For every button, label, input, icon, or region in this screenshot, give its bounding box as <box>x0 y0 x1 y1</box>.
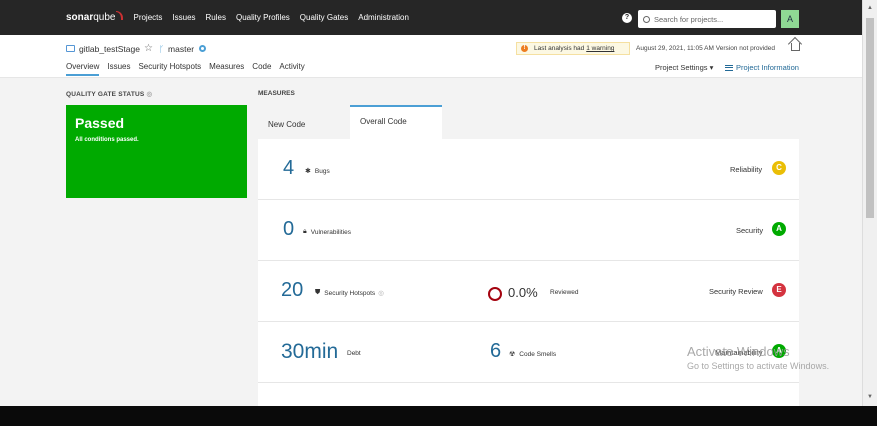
project-bar: gitlab_testStage ☆ ᚴ master Overview Iss… <box>0 35 862 78</box>
warning-text: Last analysis had <box>534 45 585 52</box>
shield-icon: ⛊ <box>315 289 321 296</box>
quality-gate-title-text: QUALITY GATE STATUS <box>66 91 145 98</box>
smell-icon: ☢ <box>509 351 516 358</box>
hotspots-card: 20 ⛊ Security Hotspots ◎ 0.0% Reviewed S… <box>258 261 799 322</box>
reliability-rating[interactable]: C <box>772 161 786 175</box>
logo-text-bold: sonar <box>66 12 94 23</box>
nav-projects[interactable]: Projects <box>133 13 162 22</box>
page-scrollbar[interactable]: ▲ ▼ <box>862 0 877 406</box>
tab-new-code[interactable]: New Code <box>258 110 350 139</box>
bug-icon: ✱ <box>305 168 311 175</box>
hotspots-label: Security Hotspots <box>324 289 376 297</box>
tab-measures[interactable]: Measures <box>209 62 244 76</box>
code-smells-count[interactable]: 6 <box>490 340 501 363</box>
analysis-info: August 29, 2021, 11:05 AM Version not pr… <box>636 45 776 52</box>
code-smells-label: Code Smells <box>519 350 557 358</box>
branch-icon: ᚴ <box>158 43 165 54</box>
list-icon <box>725 64 733 71</box>
reviewed-rating-circle-icon <box>488 287 502 301</box>
code-smells-label-wrap: ☢ Code Smells <box>509 350 557 359</box>
vulnerabilities-card: 0 🔒︎ Vulnerabilities Security A <box>258 200 799 261</box>
hotspots-info-icon[interactable]: ◎ <box>378 289 384 297</box>
quality-gate-status: Passed <box>75 115 125 131</box>
nav-quality-profiles[interactable]: Quality Profiles <box>236 13 290 22</box>
tab-issues[interactable]: Issues <box>107 62 130 76</box>
bugs-label-wrap: ✱ Bugs <box>305 167 330 176</box>
coverage-card-partial <box>258 383 799 406</box>
windows-activation-subtitle: Go to Settings to activate Windows. <box>687 361 830 371</box>
security-review-label: Security Review <box>709 287 763 296</box>
favorite-star-icon[interactable]: ☆ <box>144 43 153 54</box>
security-label: Security <box>736 226 764 235</box>
logo-text-light: qube <box>93 12 116 23</box>
vulnerabilities-count[interactable]: 0 <box>283 218 294 241</box>
scroll-thumb[interactable] <box>866 18 874 218</box>
project-tabs: Overview Issues Security Hotspots Measur… <box>66 62 313 76</box>
home-icon[interactable] <box>791 43 800 51</box>
quality-gate-status-box: Passed All conditions passed. <box>66 105 247 198</box>
bugs-count[interactable]: 4 <box>283 157 294 180</box>
user-avatar[interactable]: A <box>781 10 799 28</box>
tab-overall-code[interactable]: Overall Code <box>350 105 442 139</box>
vulnerabilities-label-wrap: 🔒︎ Vulnerabilities <box>303 228 351 236</box>
os-taskbar <box>0 406 877 426</box>
tab-code[interactable]: Code <box>252 62 271 76</box>
security-rating[interactable]: A <box>772 222 786 236</box>
debt-label: Debt <box>347 350 361 357</box>
warning-icon: ! <box>521 45 528 52</box>
nav-quality-gates[interactable]: Quality Gates <box>300 13 348 22</box>
quality-gate-subtitle: All conditions passed. <box>75 137 139 143</box>
measures-title: MEASURES <box>258 90 295 97</box>
vulnerabilities-label: Vulnerabilities <box>310 228 351 236</box>
reviewed-percentage[interactable]: 0.0% <box>508 285 538 300</box>
reliability-label: Reliability <box>730 165 763 174</box>
quality-gate-title: QUALITY GATE STATUS ◎ <box>66 90 152 98</box>
project-settings-dropdown[interactable]: Project Settings ▾ <box>655 63 713 72</box>
tab-overview[interactable]: Overview <box>66 62 100 76</box>
security-review-rating[interactable]: E <box>772 283 786 297</box>
search-placeholder: Search for projects... <box>654 14 724 24</box>
nav-issues[interactable]: Issues <box>172 13 195 22</box>
branch-name[interactable]: master <box>168 44 194 54</box>
nav-rules[interactable]: Rules <box>206 13 226 22</box>
lock-icon: 🔒︎ <box>303 228 307 235</box>
help-icon[interactable]: ? <box>622 13 632 23</box>
project-folder-icon <box>66 45 75 52</box>
branch-settings-icon[interactable] <box>199 45 207 52</box>
main-nav: Projects Issues Rules Quality Profiles Q… <box>133 13 418 22</box>
hotspots-label-wrap: ⛊ Security Hotspots ◎ <box>315 289 384 297</box>
hotspots-count[interactable]: 20 <box>281 279 303 302</box>
project-name[interactable]: gitlab_testStage <box>79 44 140 54</box>
bugs-label: Bugs <box>314 167 330 175</box>
bugs-card: 4 ✱ Bugs Reliability C <box>258 139 799 200</box>
scroll-up-icon[interactable]: ▲ <box>867 5 873 11</box>
info-icon[interactable]: ◎ <box>146 91 152 98</box>
search-input[interactable]: Search for projects... <box>638 10 776 28</box>
reviewed-label: Reviewed <box>550 289 579 296</box>
debt-value[interactable]: 30min <box>281 340 338 364</box>
project-information-link[interactable]: Project Information <box>725 63 799 72</box>
search-icon <box>643 15 650 23</box>
windows-activation-title: Activate Windows <box>687 344 790 359</box>
project-information-label: Project Information <box>736 63 799 72</box>
logo-arc-icon <box>116 11 124 20</box>
tab-security-hotspots[interactable]: Security Hotspots <box>138 62 201 76</box>
warning-link[interactable]: 1 warning <box>586 45 614 52</box>
nav-administration[interactable]: Administration <box>358 13 409 22</box>
sonarqube-logo[interactable]: sonar qube <box>66 11 124 23</box>
scroll-down-icon[interactable]: ▼ <box>867 394 873 400</box>
tab-activity[interactable]: Activity <box>279 62 304 76</box>
analysis-warning: ! Last analysis had 1 warning <box>516 42 630 55</box>
